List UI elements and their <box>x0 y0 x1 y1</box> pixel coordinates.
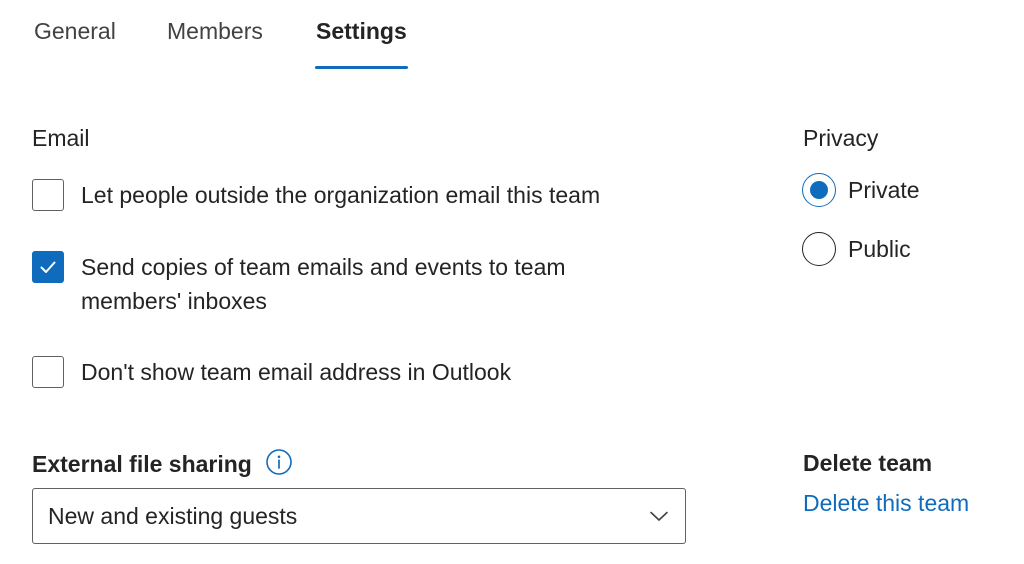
email-option-hide-address[interactable]: Don't show team email address in Outlook <box>32 356 641 389</box>
email-option-outside-org[interactable]: Let people outside the organization emai… <box>32 179 641 212</box>
external-file-sharing-dropdown[interactable]: New and existing guests <box>32 488 686 544</box>
checkbox-label: Send copies of team emails and events to… <box>81 254 566 314</box>
privacy-option-private[interactable]: Private <box>802 173 920 207</box>
email-option-send-copies[interactable]: Send copies of team emails and events to… <box>32 251 621 318</box>
active-tab-indicator <box>315 66 408 69</box>
tab-members[interactable]: Members <box>167 18 263 45</box>
privacy-option-public[interactable]: Public <box>802 232 911 266</box>
info-icon[interactable] <box>265 448 293 476</box>
privacy-heading: Privacy <box>803 125 879 151</box>
radio-label: Private <box>848 176 920 203</box>
radio[interactable] <box>802 232 836 266</box>
checkmark-icon <box>40 261 56 273</box>
radio-dot <box>810 181 828 199</box>
email-heading: Email <box>32 125 90 151</box>
radio-label: Public <box>848 235 911 262</box>
checkbox[interactable] <box>32 179 64 211</box>
tab-general[interactable]: General <box>34 18 116 45</box>
checkbox[interactable] <box>32 356 64 388</box>
checkbox-checked[interactable] <box>32 251 64 283</box>
delete-team-heading: Delete team <box>803 450 933 476</box>
checkbox-label: Let people outside the organization emai… <box>81 182 601 208</box>
radio-selected[interactable] <box>802 173 836 207</box>
tab-settings[interactable]: Settings <box>316 18 407 45</box>
external-file-sharing-heading: External file sharing <box>32 451 252 477</box>
checkbox-label: Don't show team email address in Outlook <box>81 359 512 385</box>
dropdown-selected-value: New and existing guests <box>48 502 298 529</box>
delete-team-link[interactable]: Delete this team <box>803 490 969 517</box>
chevron-down-icon <box>647 504 671 528</box>
